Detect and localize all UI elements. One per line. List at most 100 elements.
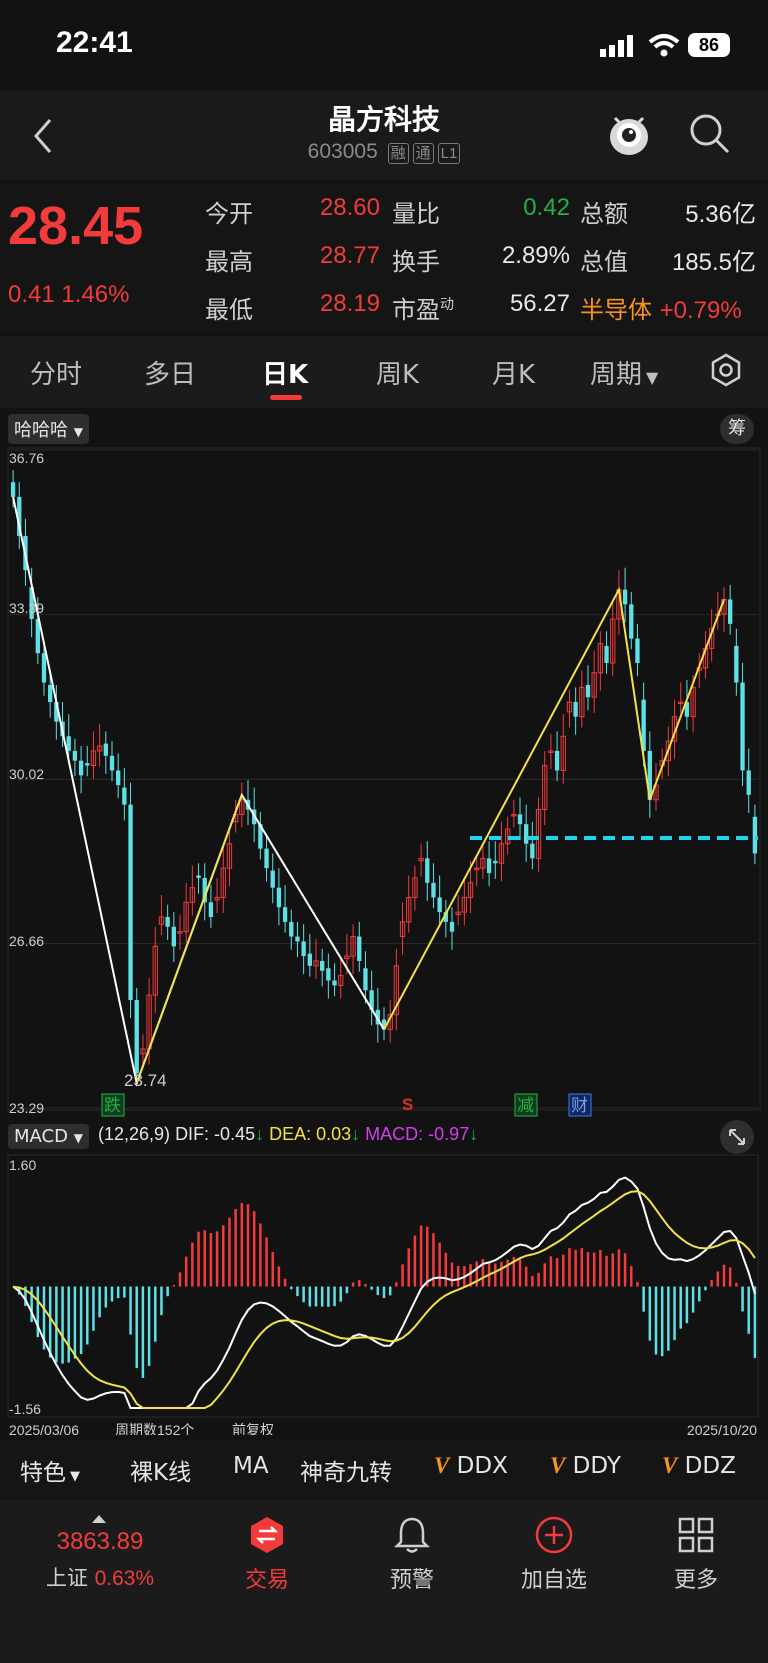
status-time: 22:41 [56,26,133,59]
candle [524,824,529,844]
value-mcap: 185.5亿 [671,249,756,276]
macd-dea: DEA: 0.03 [269,1124,352,1144]
feature-ddx[interactable]: V DDX [434,1453,508,1479]
tag-connect: 通 [412,143,434,164]
candle [449,921,455,932]
price-change: 0.41 1.46% [8,281,129,309]
macd-dropdown[interactable]: MACD ▼ [8,1124,89,1149]
candle [752,816,758,854]
low-price-label: 23.74 [124,1071,167,1090]
candle [109,755,115,771]
marker-reduce[interactable]: 减 [517,1096,534,1116]
label-vol-ratio: 量比 [392,200,440,228]
tab-multiday[interactable]: 多日 [144,354,196,391]
candle [517,814,523,825]
change-percent: 1.46% [61,281,130,308]
tab-daily-k[interactable]: 日K [262,354,308,391]
change-value: 0.41 [8,281,55,308]
mascot-icon[interactable] [605,110,653,160]
period-count: 周期数152个 [115,1422,194,1435]
indicator-dropdown-label: 哈哈哈 [14,420,68,441]
dropdown-arrow-icon: ▼ [646,368,659,387]
nav-more[interactable] [676,1515,716,1559]
wave-line-yellow [383,586,725,1030]
candle [134,1000,139,1074]
value-pe: 56.27 [509,290,570,317]
candle [72,750,78,761]
candle [196,875,201,878]
sector-link[interactable]: 半导体 +0.79% [580,290,742,325]
candle [363,968,368,991]
tab-monthly-k[interactable]: 月K [492,354,535,391]
label-low: 最低 [205,296,253,324]
candle [116,770,121,786]
candle [734,645,739,683]
tab-weekly-k[interactable]: 周K [376,354,419,391]
y-label-0: 36.76 [9,450,44,466]
macd-arrow: ↓ [469,1124,479,1144]
candle [128,804,133,1001]
expand-button[interactable] [720,1120,754,1154]
dropdown-arrow-icon: ▼ [73,1131,83,1145]
stock-code: 603005 [307,140,378,163]
feature-ddy[interactable]: V DDY [550,1453,621,1479]
candle [437,897,442,913]
date-end: 2025/10/20 [687,1422,757,1435]
nav-alert-label[interactable]: 预警 [352,1562,472,1594]
label-turnover: 换手 [392,248,440,276]
candle [41,653,47,683]
candle [554,750,560,771]
wave-line-yellow [135,794,243,1084]
candle [289,921,294,937]
tab-intraday[interactable]: 分时 [30,354,82,391]
nav-trade-label[interactable]: 交易 [207,1562,327,1594]
candle [165,916,170,927]
feature-naked-k[interactable]: 裸K线 [130,1453,191,1487]
candle [622,589,628,605]
nav-alert[interactable] [392,1515,432,1559]
value-turnover: 2.89% [501,242,570,269]
nav-more-label[interactable]: 更多 [636,1562,756,1594]
candle [585,684,591,698]
candle [301,941,306,957]
index-change: 0.63% [94,1567,155,1590]
candlestick-chart[interactable]: 36.76 33.39 30.02 26.66 23.29 23.74 跌 S … [0,440,768,1140]
index-name-change[interactable]: 上证 0.63% [40,1562,160,1592]
candle [85,763,90,766]
settings-icon[interactable] [708,352,744,388]
macd-chart[interactable]: 1.60 -1.56 2025/03/06 周期数152个 前复权 2025/1… [0,1150,768,1435]
search-icon[interactable] [688,112,732,156]
date-start: 2025/03/06 [9,1422,79,1435]
feature-ma[interactable]: MA [233,1453,269,1479]
feature-dropdown[interactable]: 特色 ▼ [20,1453,80,1487]
label-high: 最高 [205,248,253,276]
marker-sell[interactable]: S [402,1095,413,1114]
bell-icon [393,1517,431,1553]
candle [635,638,640,663]
label-pe: 市盈动 [392,290,454,325]
marker-finance[interactable]: 财 [571,1096,588,1116]
tag-margin: 融 [387,143,409,164]
index-value[interactable]: 3863.89 [40,1528,160,1556]
dropdown-arrow-icon: ▼ [73,425,83,439]
feature-ddz[interactable]: V DDZ [662,1453,736,1479]
current-price: 28.45 [8,196,144,256]
candle [270,870,275,888]
adjust-mode: 前复权 [232,1422,274,1435]
tab-period-dropdown[interactable]: 周期 ▼ [590,354,658,391]
candle [740,682,745,771]
marker-fall[interactable]: 跌 [104,1096,121,1116]
expand-icon [729,1129,745,1145]
collapse-arrow-icon[interactable] [90,1510,108,1523]
nav-add-watchlist[interactable] [534,1515,574,1559]
macd-y-bottom: -1.56 [9,1401,41,1417]
y-label-3: 26.66 [9,933,44,949]
candle [10,482,16,497]
ddx-label: DDX [456,1453,508,1479]
nav-add-watchlist-label[interactable]: 加自选 [494,1562,614,1594]
feature-nine-turns[interactable]: 神奇九转 [300,1453,392,1487]
y-label-2: 30.02 [9,766,44,782]
nav-trade[interactable] [247,1515,287,1559]
candle [326,968,331,981]
value-vol-ratio: 0.42 [523,194,570,221]
